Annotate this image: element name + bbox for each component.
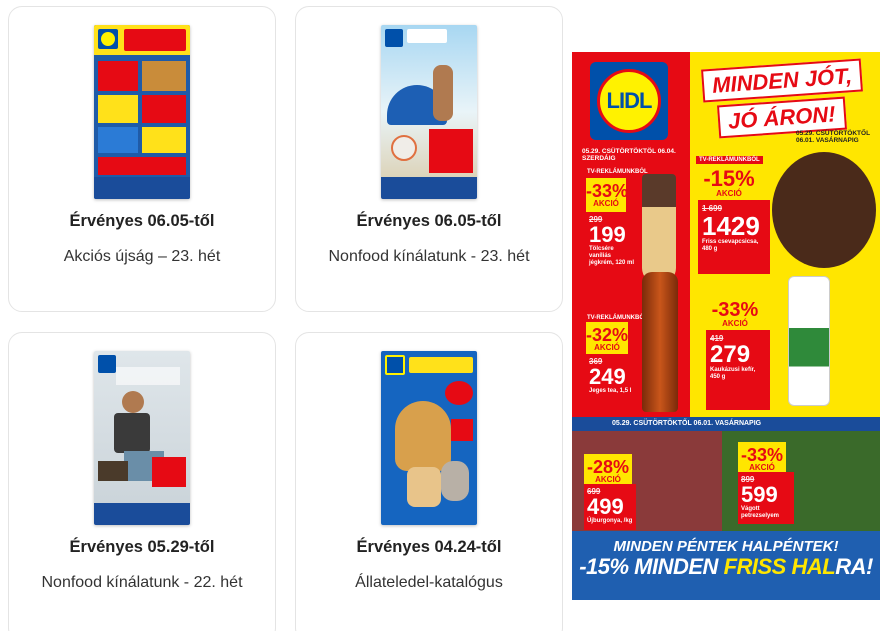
friday-title: MINDEN PÉNTEK HALPÉNTEK!	[613, 538, 839, 555]
friday-offer: -15% MINDEN FRISS HALRA!	[579, 554, 873, 579]
flyer-cover-image[interactable]	[381, 351, 477, 525]
flyer-cover-image[interactable]	[381, 25, 477, 199]
offer-discount: -33% AKCIÓ	[586, 178, 628, 212]
lidl-logo-icon	[385, 355, 405, 375]
flyer-title[interactable]: Állateledel-katalógus	[324, 569, 534, 597]
flyer-cover-image[interactable]	[94, 351, 190, 525]
offer-price: 419 279 Kaukázusi kefír, 450 g	[706, 330, 770, 410]
offer-price: 899 599 Vágott petrezselyem	[738, 472, 794, 524]
flyer-title[interactable]: Nonfood kínálatunk - 23. hét	[324, 243, 534, 271]
validity-date: Érvényes 04.24-től	[356, 538, 502, 556]
lidl-logo-icon	[98, 355, 116, 373]
flyer-card-nonfood-23[interactable]: Érvényes 06.05-től Nonfood kínálatunk - …	[295, 6, 563, 312]
offer-discount: -33% AKCIÓ	[706, 296, 764, 330]
flyer-card-nonfood-22[interactable]: Érvényes 05.29-től Nonfood kínálatunk - …	[8, 332, 276, 631]
flyer-card-allateledel[interactable]: Érvényes 04.24-től Állateledel-katalógus	[295, 332, 563, 631]
lidl-logo-icon	[385, 29, 403, 47]
validity-date: Érvényes 05.29-től	[69, 538, 215, 556]
banner-slogan: MINDEN JÓT, JÓ ÁRON!	[694, 58, 870, 139]
offer-discount: -33% AKCIÓ	[738, 442, 786, 472]
offer-discount: -15% AKCIÓ	[700, 164, 758, 200]
flyer-title[interactable]: Nonfood kínálatunk - 22. hét	[37, 569, 247, 597]
validity-date: Érvényes 06.05-től	[356, 212, 502, 230]
validity-date: Érvényes 06.05-től	[69, 212, 215, 230]
flyer-cover-image[interactable]	[94, 25, 190, 199]
offer-price: 299 199 Tölcsére vaníliás jégkrém, 120 ml	[586, 212, 638, 276]
promo-flyer-banner[interactable]: LIDL MINDEN JÓT, JÓ ÁRON! 05.29. CSÜTÖRT…	[572, 52, 880, 600]
period-right: 05.29. CSÜTÖRTÖKTŐL 06.01. VASÁRNAPIG	[796, 130, 870, 144]
offer-discount: -32% AKCIÓ	[586, 322, 628, 354]
period-left: 05.29. CSÜTÖRTÖKTÖL 06.04. SZERDÁIG	[582, 148, 676, 162]
kefir-bottle-image	[788, 276, 830, 406]
flyer-card-akcios-ujsag[interactable]: Érvényes 06.05-től Akciós újság – 23. hé…	[8, 6, 276, 312]
offer-price: 369 249 Jeges tea, 1,5 l	[586, 354, 638, 410]
ice-tea-bottle-image	[642, 272, 678, 412]
ice-cream-image	[642, 174, 676, 284]
offer-price: 699 499 Újburgonya, /kg	[584, 484, 636, 530]
flyer-title[interactable]: Akciós újság – 23. hét	[37, 243, 247, 271]
cevapcici-image	[772, 152, 876, 268]
mid-strip: 05.29. CSÜTÖRTÖKTŐL 06.01. VASÁRNAPIG	[572, 417, 880, 431]
offer-discount: -28% AKCIÓ	[584, 454, 632, 484]
lidl-logo-icon: LIDL	[590, 62, 668, 140]
offer-price: 1 699 1429 Friss csevapcsicsa, 480 g	[698, 200, 770, 274]
lidl-logo-icon	[98, 29, 118, 49]
